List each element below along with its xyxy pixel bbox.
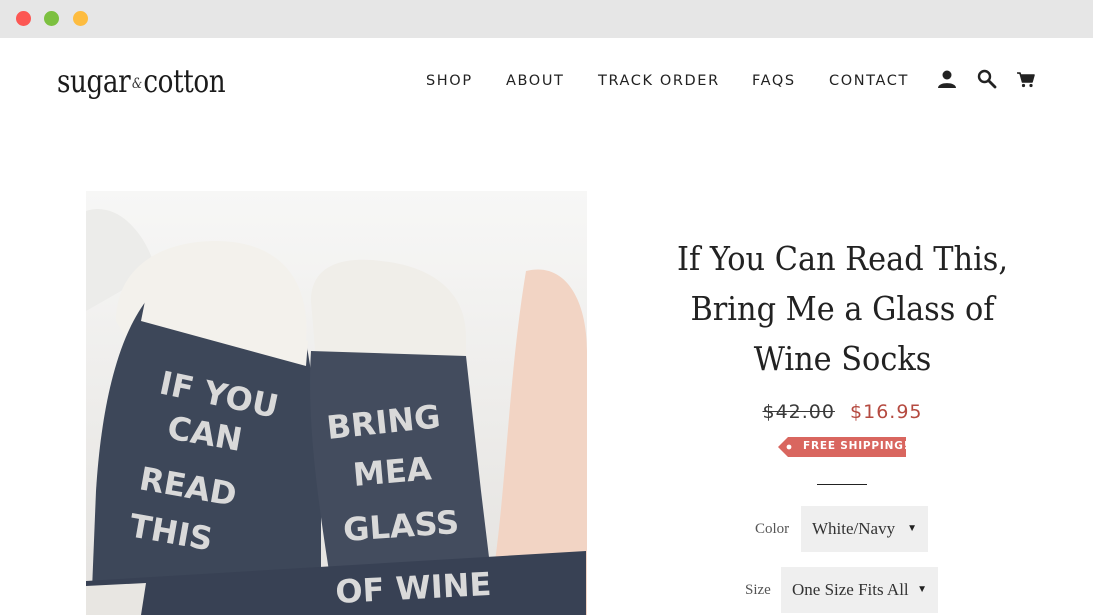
chevron-down-icon: ▼ xyxy=(917,584,927,595)
brand-logo[interactable]: sugar &cotton xyxy=(57,62,226,100)
size-select[interactable]: One Size Fits All ▼ xyxy=(781,567,938,613)
maximize-window-button[interactable] xyxy=(73,11,88,26)
logo-text-left: sugar xyxy=(57,62,131,100)
compare-price: $42.00 xyxy=(762,401,835,423)
close-window-button[interactable] xyxy=(16,11,31,26)
price-row: $42.00 $16.95 xyxy=(640,401,1045,423)
product-image[interactable]: IF YOU CAN READ THIS BRING MEA GLASS OF … xyxy=(86,191,587,615)
cart-icon[interactable] xyxy=(1015,68,1037,90)
nav-faqs[interactable]: FAQS xyxy=(752,73,796,89)
sock-text-right-3: GLASS xyxy=(342,503,460,549)
nav-about[interactable]: ABOUT xyxy=(506,73,565,89)
search-icon[interactable] xyxy=(976,68,998,90)
free-shipping-badge: FREE SHIPPING! xyxy=(803,440,910,452)
size-select-value: One Size Fits All xyxy=(792,580,909,599)
color-label: Color xyxy=(755,521,790,537)
sock-text-right-2: MEA xyxy=(351,449,433,494)
sale-price: $16.95 xyxy=(850,401,923,423)
logo-text-right: cotton xyxy=(143,62,226,100)
nav-shop[interactable]: SHOP xyxy=(426,73,473,89)
color-select-value: White/Navy xyxy=(812,519,896,538)
socks-photo: IF YOU CAN READ THIS BRING MEA GLASS OF … xyxy=(86,191,587,615)
minimize-window-button[interactable] xyxy=(44,11,59,26)
nav-contact[interactable]: CONTACT xyxy=(829,73,909,89)
size-label: Size xyxy=(745,582,771,598)
divider xyxy=(817,484,867,485)
window-titlebar xyxy=(0,0,1093,38)
nav-track-order[interactable]: TRACK ORDER xyxy=(598,73,720,89)
chevron-down-icon: ▼ xyxy=(907,523,917,534)
logo-ampersand: & xyxy=(131,75,142,92)
product-page: sugar &cotton SHOP ABOUT TRACK ORDER FAQS… xyxy=(0,38,1093,615)
account-icon[interactable] xyxy=(936,68,958,90)
product-title: If You Can Read This, Bring Me a Glass o… xyxy=(676,239,1009,378)
color-select[interactable]: White/Navy ▼ xyxy=(801,506,928,552)
